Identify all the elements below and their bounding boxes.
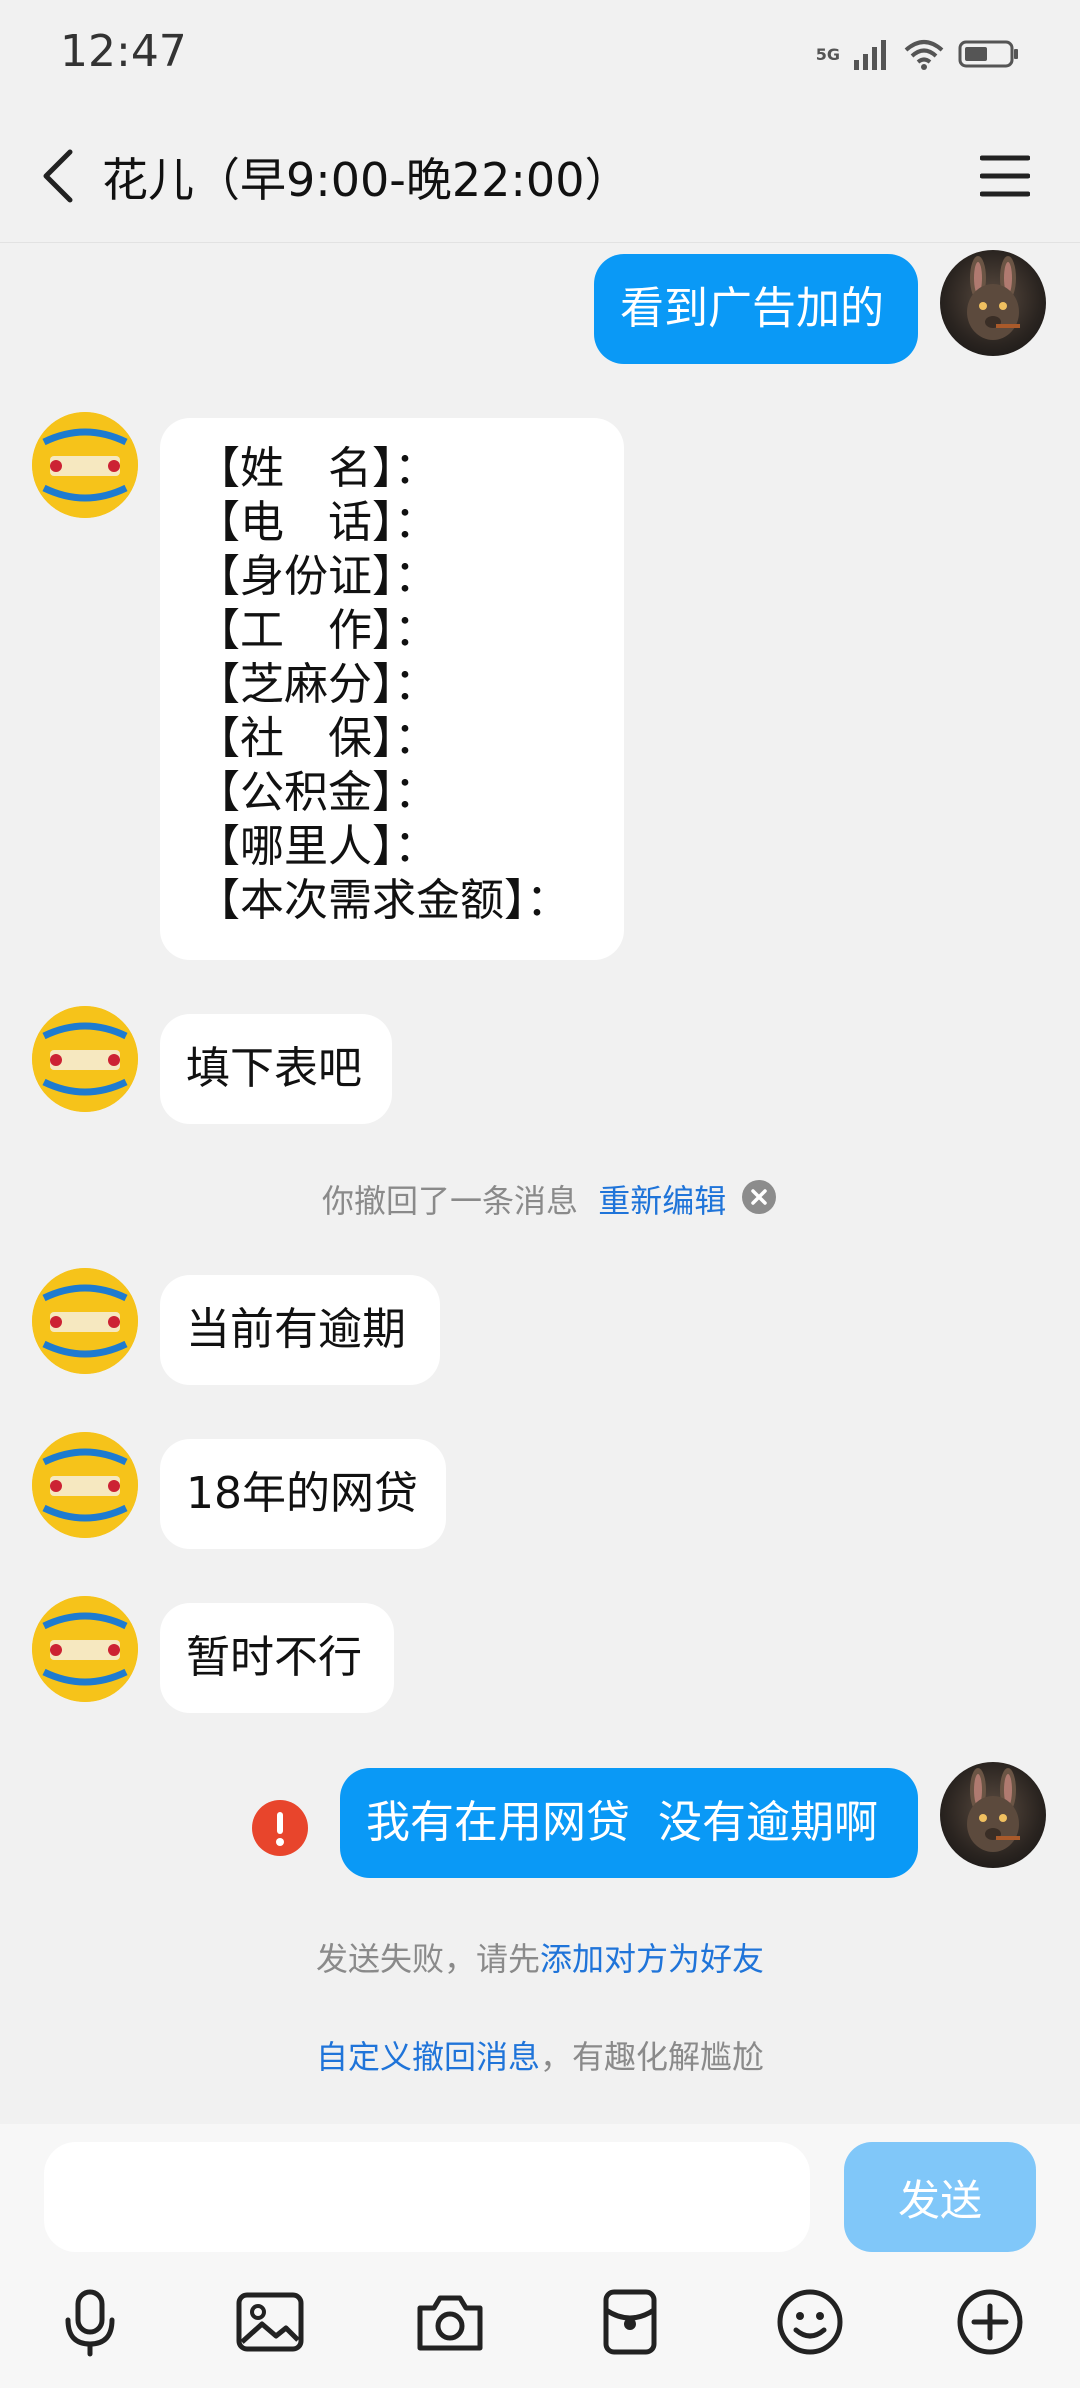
form-line: 【电 话】： (196, 497, 438, 548)
fighting-logo-icon (32, 1432, 138, 1538)
outgoing-message[interactable]: 我有在用网贷 没有逾期啊 (340, 1768, 918, 1878)
fighting-logo-icon (32, 1006, 138, 1112)
chat-title: 花儿（早9:00-晚22:00） (102, 153, 631, 207)
rabbit-avatar-icon (967, 1768, 1020, 1852)
send-failed-notice: 发送失败，请先添加对方为好友 (0, 1934, 1080, 1980)
re-edit-link[interactable]: 重新编辑 (598, 1182, 726, 1220)
contact-avatar[interactable] (32, 1596, 138, 1702)
battery-icon (958, 40, 1018, 68)
custom-recall-notice: 自定义撤回消息，有趣化解尴尬 (0, 2032, 1080, 2078)
signal-icon (854, 40, 886, 70)
dismiss-recall-button[interactable] (742, 1180, 776, 1214)
microphone-icon (65, 2289, 115, 2357)
message-text: 暂时不行 (186, 1632, 362, 1683)
message-text: 填下表吧 (186, 1043, 362, 1094)
red-packet-icon (603, 2289, 657, 2355)
incoming-message[interactable]: 当前有逾期 (160, 1275, 440, 1385)
back-icon (43, 149, 73, 203)
add-friend-link[interactable]: 添加对方为好友 (540, 1940, 764, 1978)
my-avatar[interactable] (940, 1762, 1046, 1868)
message-text: 18年的网贷 (186, 1468, 418, 1519)
image-button[interactable] (234, 2286, 306, 2358)
send-failed-text: 发送失败，请先 (315, 1940, 540, 1978)
menu-button[interactable] (979, 154, 1031, 198)
back-button[interactable] (38, 148, 78, 204)
form-line: 【工 作】： (196, 605, 438, 656)
incoming-message[interactable]: 填下表吧 (160, 1014, 392, 1124)
plus-icon (957, 2289, 1023, 2355)
form-line: 【芝麻分】： (196, 659, 438, 710)
recall-notice: 你撤回了一条消息 重新编辑 (322, 1176, 726, 1222)
message-input[interactable] (44, 2142, 810, 2252)
rabbit-avatar-icon (967, 256, 1020, 340)
incoming-message[interactable]: 18年的网贷 (160, 1439, 446, 1549)
emoji-button[interactable] (774, 2286, 846, 2358)
wifi-icon (904, 40, 944, 70)
contact-avatar[interactable] (32, 1432, 138, 1538)
message-text: 当前有逾期 (186, 1304, 406, 1355)
fighting-logo-icon (32, 1596, 138, 1702)
status-icons: 5G (816, 34, 1020, 74)
form-line: 【本次需求金额】： (196, 875, 570, 926)
message-text: 看到广告加的 (620, 283, 884, 334)
form-line: 【社 保】： (196, 713, 438, 764)
my-avatar[interactable] (940, 250, 1046, 356)
more-button[interactable] (954, 2286, 1026, 2358)
form-line: 【公积金】： (196, 767, 438, 818)
send-failed-button[interactable] (252, 1800, 308, 1856)
send-button[interactable]: 发送 (844, 2142, 1036, 2252)
custom-recall-link[interactable]: 自定义撤回消息 (316, 2038, 540, 2076)
emoji-icon (777, 2289, 843, 2355)
error-icon (252, 1800, 308, 1856)
fighting-logo-icon (32, 1268, 138, 1374)
status-time: 12:47 (60, 26, 187, 77)
recall-text: 你撤回了一条消息 (322, 1182, 579, 1220)
contact-avatar[interactable] (32, 412, 138, 518)
red-packet-button[interactable] (594, 2286, 666, 2358)
outgoing-message[interactable]: 看到广告加的 (594, 254, 918, 364)
close-icon (742, 1180, 776, 1214)
form-message[interactable]: 【姓 名】： 【电 话】： 【身份证】： 【工 作】： 【芝麻分】： 【社 保】… (160, 418, 624, 960)
form-line: 【哪里人】： (196, 821, 438, 872)
menu-icon (979, 155, 1031, 197)
network-label: 5G (815, 44, 840, 64)
image-icon (236, 2292, 304, 2352)
incoming-message[interactable]: 暂时不行 (160, 1603, 394, 1713)
message-text: 我有在用网贷 没有逾期啊 (366, 1797, 878, 1848)
header-divider (0, 242, 1080, 243)
camera-button[interactable] (414, 2286, 486, 2358)
voice-button[interactable] (54, 2286, 126, 2358)
fighting-logo-icon (32, 412, 138, 518)
contact-avatar[interactable] (32, 1268, 138, 1374)
custom-recall-text: ，有趣化解尴尬 (540, 2038, 765, 2076)
camera-icon (417, 2295, 483, 2351)
form-line: 【姓 名】： (196, 443, 438, 494)
form-line: 【身份证】： (196, 551, 438, 602)
contact-avatar[interactable] (32, 1006, 138, 1112)
